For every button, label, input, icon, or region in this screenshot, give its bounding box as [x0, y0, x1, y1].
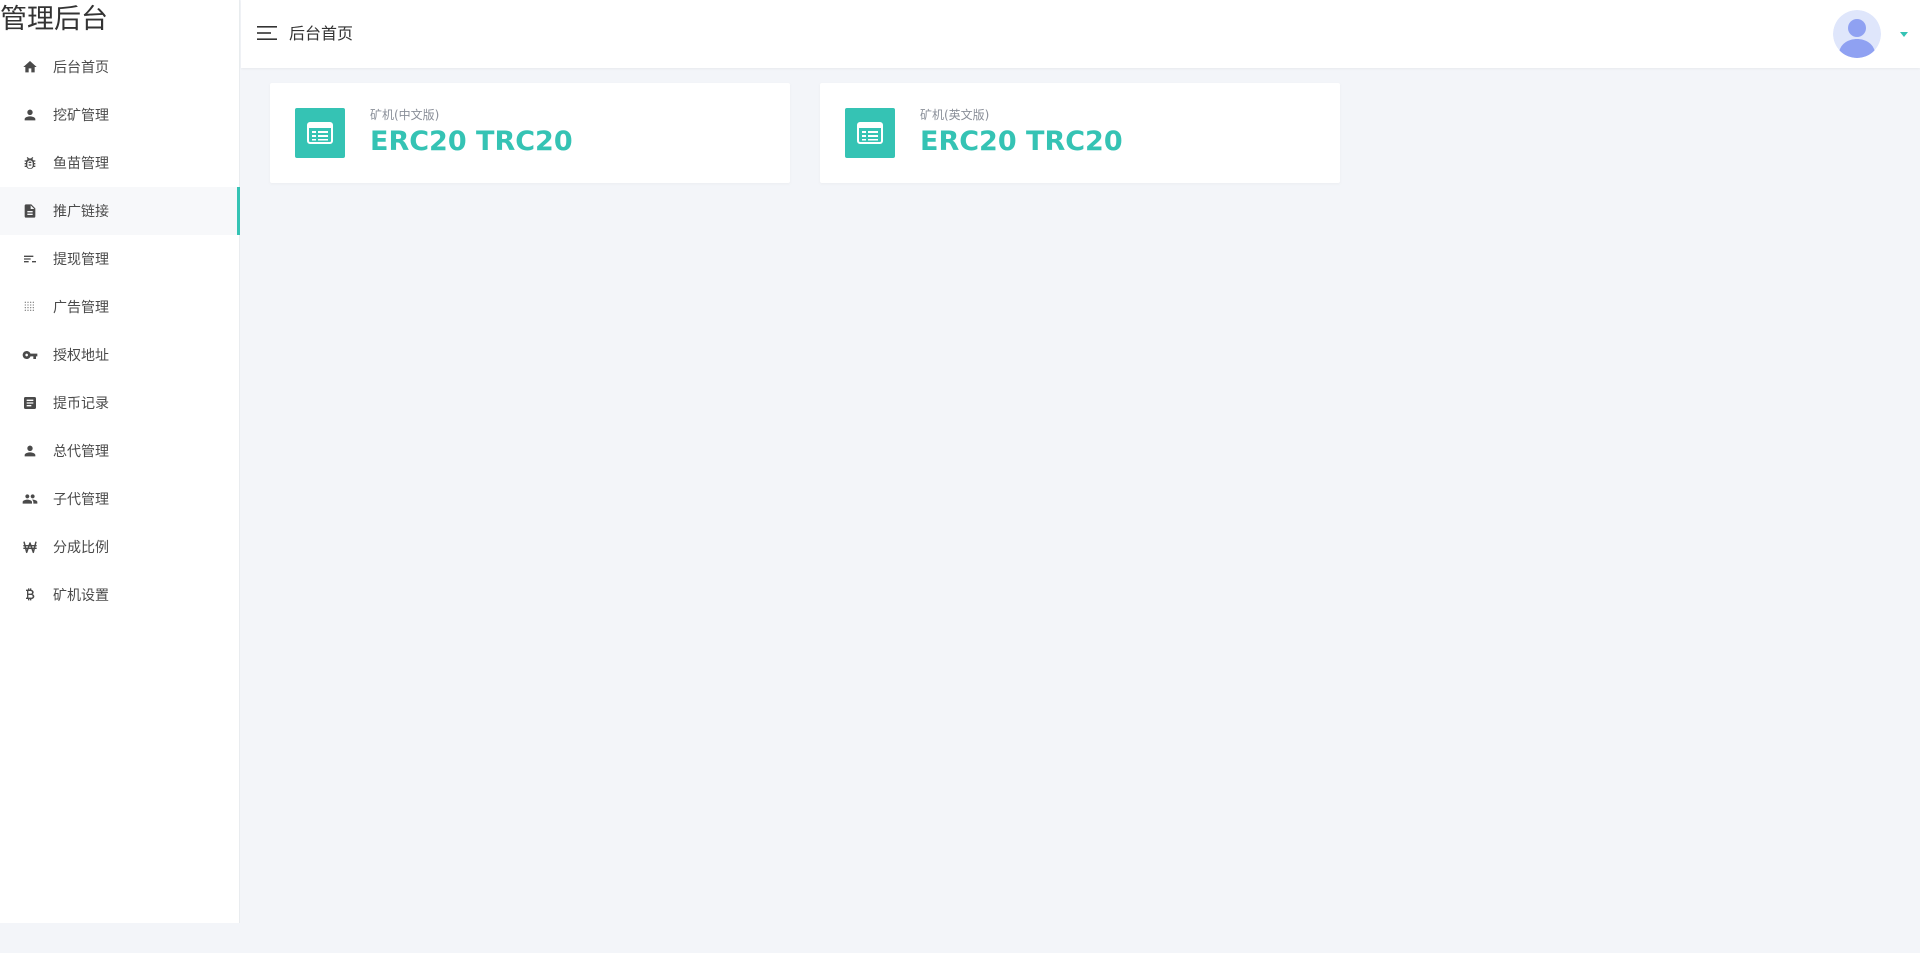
bug-icon — [22, 155, 38, 171]
miner-card-chinese[interactable]: 矿机(中文版) ERC20 TRC20 — [270, 83, 790, 183]
list-box-icon — [22, 395, 38, 411]
sidebar-item-label: 矿机设置 — [53, 588, 109, 604]
sidebar-item-fish[interactable]: 鱼苗管理 — [0, 139, 240, 187]
sidebar-item-label: 分成比例 — [53, 540, 109, 556]
sidebar-item-label: 推广链接 — [53, 204, 109, 220]
card-list-icon — [295, 108, 345, 158]
sidebar-item-coin-records[interactable]: 提币记录 — [0, 379, 240, 427]
sidebar-menu: 后台首页 挖矿管理 鱼苗管理 推广链接 提现管理 广告管理 授权地址 提币记录 … — [0, 43, 240, 619]
user-avatar-icon[interactable] — [1833, 10, 1881, 58]
sidebar: 管理后台 后台首页 挖矿管理 鱼苗管理 推广链接 提现管理 广告管理 授权地址 … — [0, 0, 240, 923]
person-icon — [22, 443, 38, 459]
sidebar-item-label: 子代管理 — [53, 492, 109, 508]
sidebar-item-share-ratio[interactable]: 分成比例 — [0, 523, 240, 571]
sidebar-item-promo-link[interactable]: 推广链接 — [0, 187, 240, 235]
page-title: 后台首页 — [289, 24, 354, 43]
caret-down-icon[interactable] — [1899, 30, 1909, 38]
dot-grid-icon — [22, 299, 38, 315]
sidebar-item-label: 总代管理 — [53, 444, 109, 460]
sidebar-item-general-agent[interactable]: 总代管理 — [0, 427, 240, 475]
top-header: 后台首页 — [241, 0, 1920, 68]
sidebar-item-label: 后台首页 — [53, 60, 109, 76]
sidebar-item-mining[interactable]: 挖矿管理 — [0, 91, 240, 139]
sidebar-item-label: 广告管理 — [53, 300, 109, 316]
sidebar-item-label: 授权地址 — [53, 348, 109, 364]
brand-title: 管理后台 — [0, 4, 108, 35]
sidebar-item-label: 提币记录 — [53, 396, 109, 412]
card-value: ERC20 TRC20 — [920, 126, 1123, 157]
people-icon — [22, 491, 38, 507]
sidebar-item-label: 挖矿管理 — [53, 108, 109, 124]
key-icon — [22, 347, 38, 363]
card-subtitle: 矿机(英文版) — [920, 108, 990, 122]
card-value: ERC20 TRC20 — [370, 126, 573, 157]
sidebar-item-label: 提现管理 — [53, 252, 109, 268]
sidebar-item-miner-settings[interactable]: 矿机设置 — [0, 571, 240, 619]
won-icon — [22, 539, 38, 555]
person-icon — [22, 107, 38, 123]
sidebar-item-label: 鱼苗管理 — [53, 156, 109, 172]
sidebar-item-home[interactable]: 后台首页 — [0, 43, 240, 91]
sidebar-item-withdraw[interactable]: 提现管理 — [0, 235, 240, 283]
document-icon — [22, 203, 38, 219]
bitcoin-icon — [22, 587, 38, 603]
card-subtitle: 矿机(中文版) — [370, 108, 440, 122]
menu-lines-icon[interactable] — [257, 25, 277, 41]
card-list-icon — [845, 108, 895, 158]
sidebar-item-auth-address[interactable]: 授权地址 — [0, 331, 240, 379]
home-icon — [22, 59, 38, 75]
sidebar-item-sub-agent[interactable]: 子代管理 — [0, 475, 240, 523]
short-text-icon — [22, 251, 38, 267]
sidebar-item-ads[interactable]: 广告管理 — [0, 283, 240, 331]
miner-card-english[interactable]: 矿机(英文版) ERC20 TRC20 — [820, 83, 1340, 183]
